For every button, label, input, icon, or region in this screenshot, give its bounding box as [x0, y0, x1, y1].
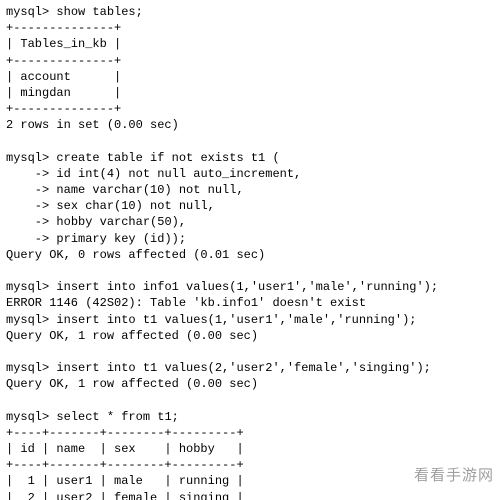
result-ok: Query OK, 0 rows affected (0.01 sec): [6, 247, 496, 263]
table-border: +----+-------+--------+---------+: [6, 425, 496, 441]
table-row: | account |: [6, 69, 496, 85]
table-border: +--------------+: [6, 53, 496, 69]
continuation-arrow: ->: [6, 183, 56, 197]
command-text: name varchar(10) not null,: [56, 183, 243, 197]
watermark-text: 看看手游网: [414, 466, 494, 486]
prompt: mysql>: [6, 410, 56, 424]
blank-line: [6, 344, 496, 360]
prompt: mysql>: [6, 361, 56, 375]
command-text: hobby varchar(50),: [56, 215, 186, 229]
command-text: show tables;: [56, 5, 142, 19]
cmd-create-table: mysql> create table if not exists t1 (: [6, 150, 496, 166]
continuation-arrow: ->: [6, 199, 56, 213]
table-border: +--------------+: [6, 20, 496, 36]
command-text: id int(4) not null auto_increment,: [56, 167, 301, 181]
continuation-arrow: ->: [6, 167, 56, 181]
command-text: sex char(10) not null,: [56, 199, 214, 213]
cmd-continuation: -> name varchar(10) not null,: [6, 182, 496, 198]
continuation-arrow: ->: [6, 232, 56, 246]
prompt: mysql>: [6, 313, 56, 327]
cmd-select-t1: mysql> select * from t1;: [6, 409, 496, 425]
cmd-show-tables: mysql> show tables;: [6, 4, 496, 20]
cmd-insert-info1: mysql> insert into info1 values(1,'user1…: [6, 279, 496, 295]
prompt: mysql>: [6, 280, 56, 294]
prompt: mysql>: [6, 5, 56, 19]
command-text: insert into info1 values(1,'user1','male…: [56, 280, 438, 294]
blank-line: [6, 134, 496, 150]
result-error: ERROR 1146 (42S02): Table 'kb.info1' doe…: [6, 295, 496, 311]
result-footer: 2 rows in set (0.00 sec): [6, 117, 496, 133]
cmd-continuation: -> primary key (id));: [6, 231, 496, 247]
cmd-continuation: -> sex char(10) not null,: [6, 198, 496, 214]
cmd-continuation: -> hobby varchar(50),: [6, 214, 496, 230]
mysql-terminal: mysql> show tables; +--------------+ | T…: [0, 0, 502, 500]
command-text: insert into t1 values(1,'user1','male','…: [56, 313, 416, 327]
table-header: | id | name | sex | hobby |: [6, 441, 496, 457]
command-text: insert into t1 values(2,'user2','female'…: [56, 361, 430, 375]
prompt: mysql>: [6, 151, 56, 165]
table-row: | mingdan |: [6, 85, 496, 101]
command-text: primary key (id));: [56, 232, 186, 246]
blank-line: [6, 393, 496, 409]
cmd-insert-t1-2: mysql> insert into t1 values(2,'user2','…: [6, 360, 496, 376]
result-ok: Query OK, 1 row affected (0.00 sec): [6, 376, 496, 392]
cmd-continuation: -> id int(4) not null auto_increment,: [6, 166, 496, 182]
command-text: select * from t1;: [56, 410, 178, 424]
command-text: create table if not exists t1 (: [56, 151, 279, 165]
table-border: +--------------+: [6, 101, 496, 117]
table-row: | 2 | user2 | female | singing |: [6, 490, 496, 500]
blank-line: [6, 263, 496, 279]
result-ok: Query OK, 1 row affected (0.00 sec): [6, 328, 496, 344]
table-header: | Tables_in_kb |: [6, 36, 496, 52]
cmd-insert-t1-1: mysql> insert into t1 values(1,'user1','…: [6, 312, 496, 328]
continuation-arrow: ->: [6, 215, 56, 229]
